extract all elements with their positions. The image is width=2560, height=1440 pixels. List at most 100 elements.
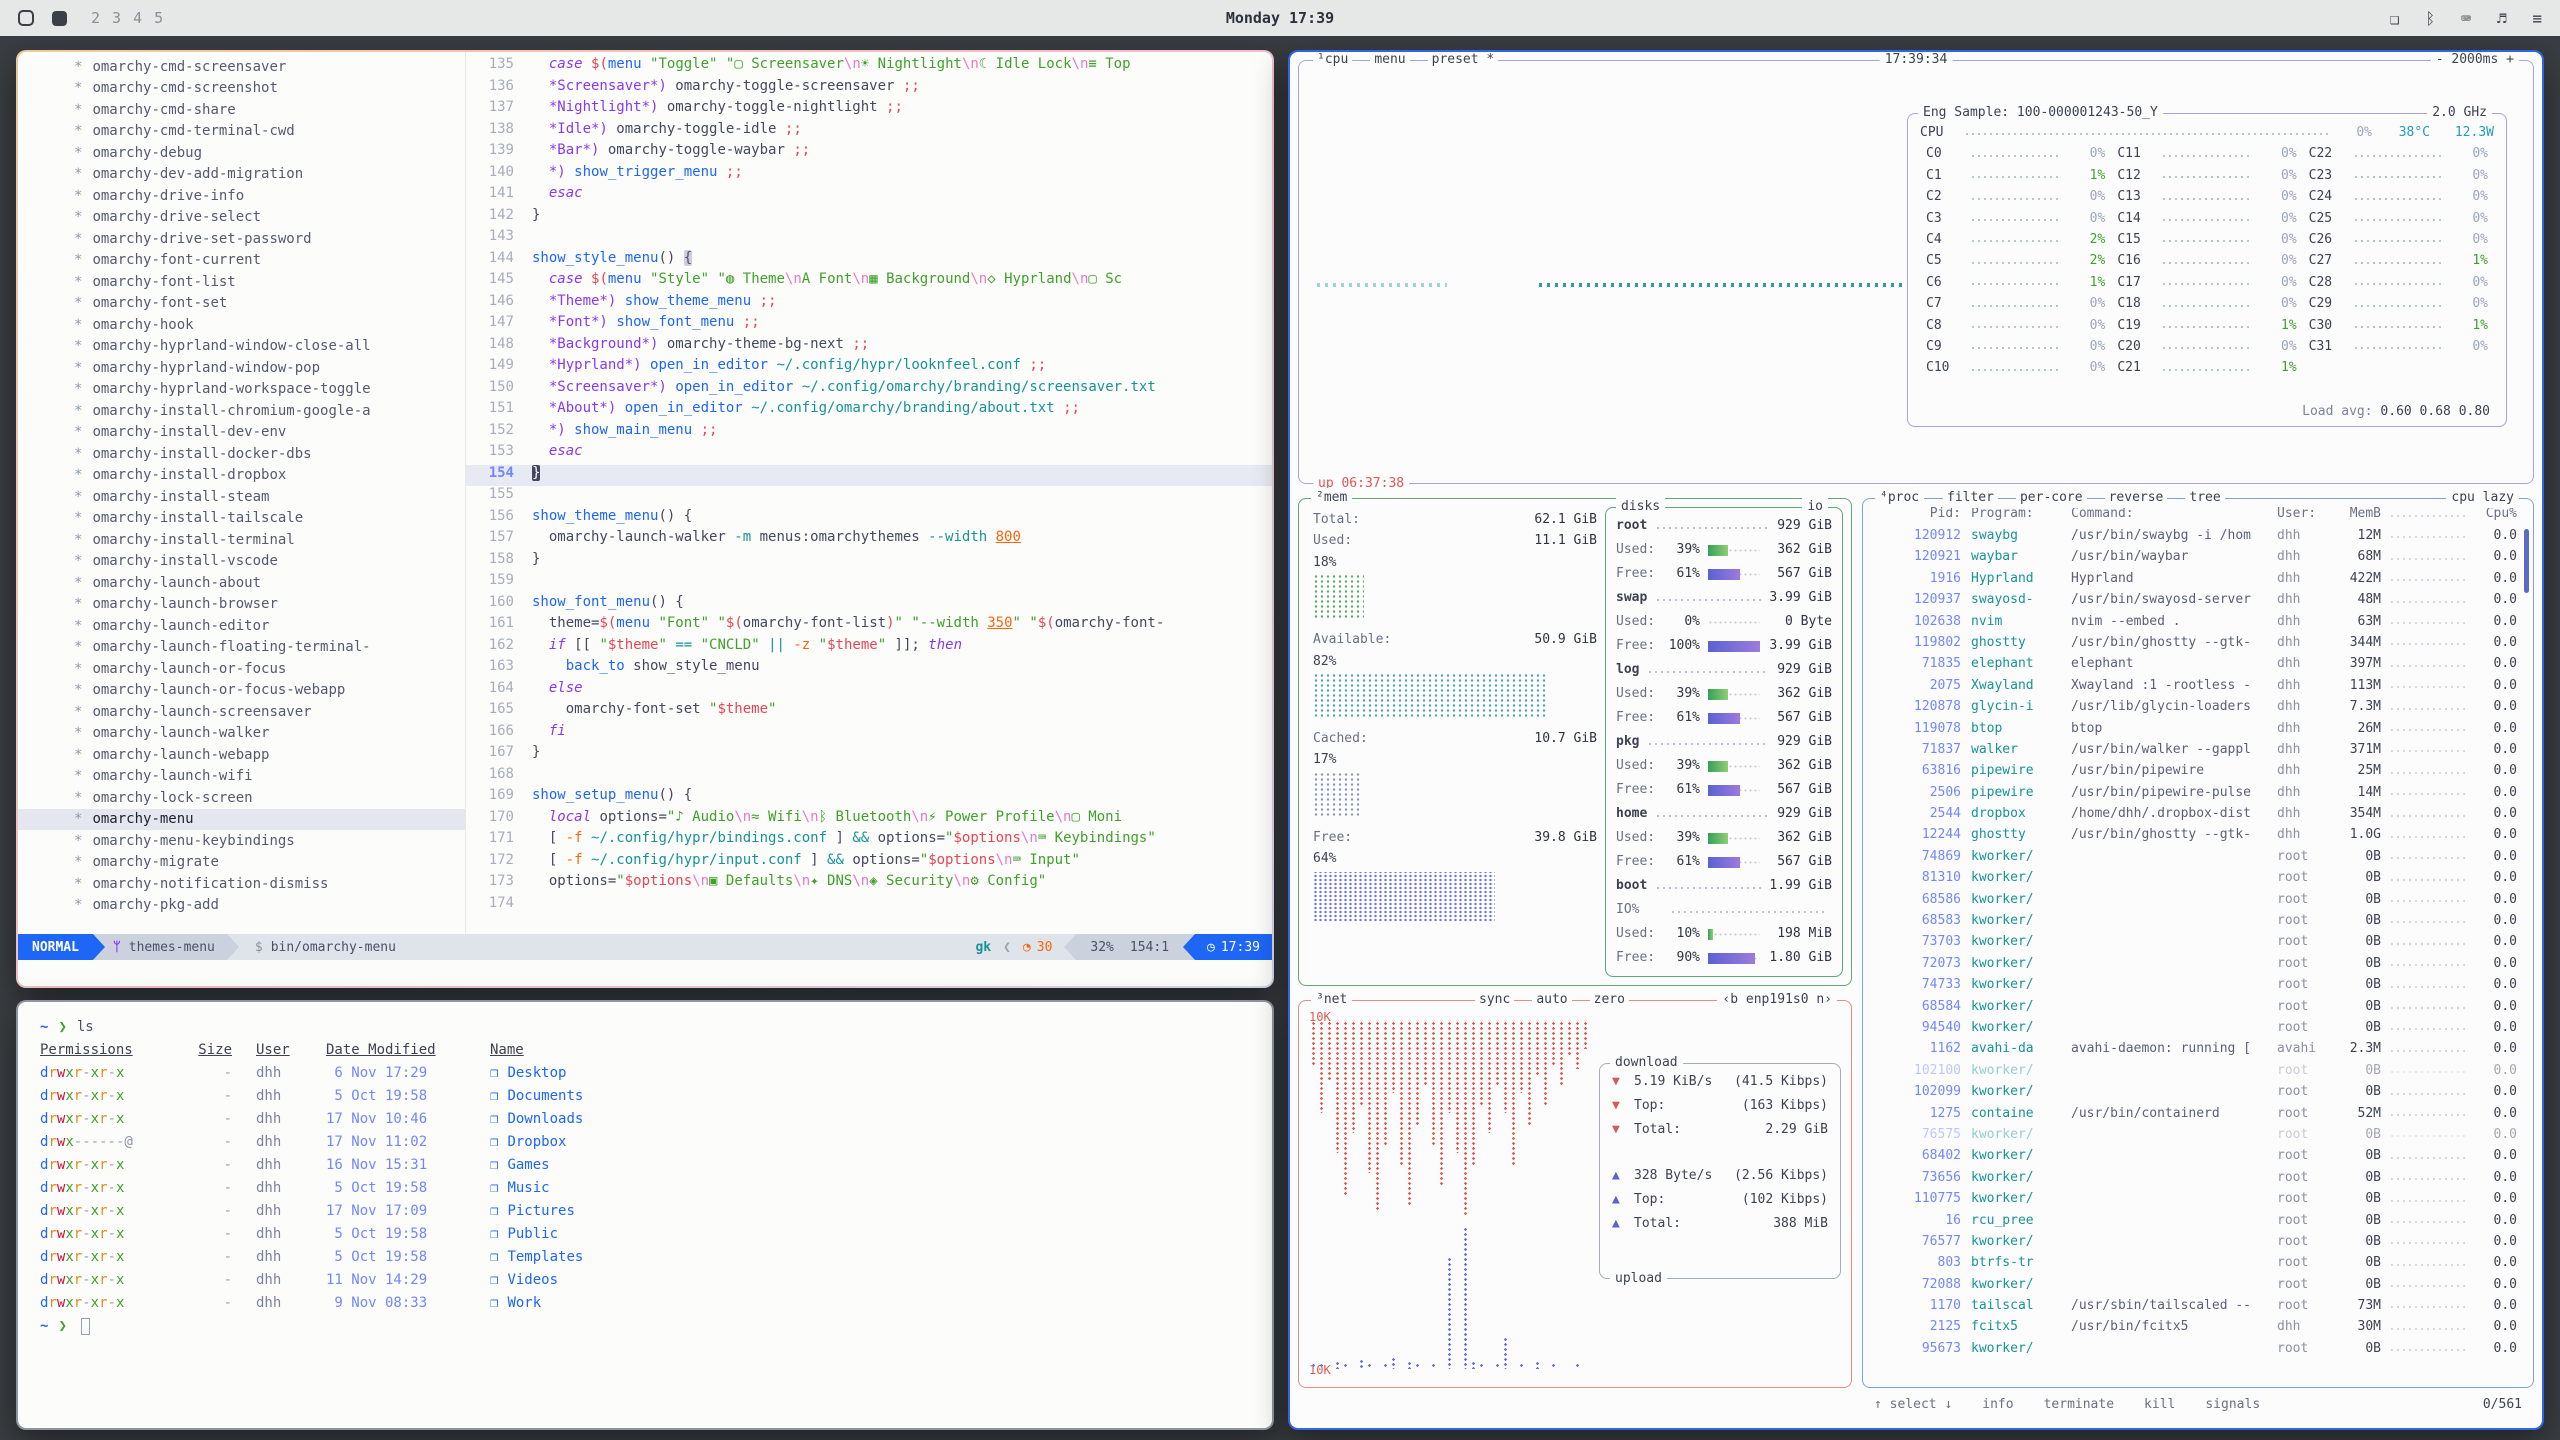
code-line[interactable]: 157 omarchy-launch-walker -m menus:omarc… (466, 529, 1272, 551)
tree-item[interactable]: *omarchy-dev-add-migration (18, 164, 465, 186)
process-row[interactable]: 74733kworker/root0B0.0 (1863, 974, 2533, 995)
process-row[interactable]: 73656kworker/root0B0.0 (1863, 1167, 2533, 1188)
process-row[interactable]: 71837walker/usr/bin/walker --gappldhh371… (1863, 739, 2533, 760)
keyboard-icon[interactable]: ⌨ (2461, 9, 2471, 28)
proc-option-filter[interactable]: filter (1943, 488, 1998, 508)
code-line[interactable]: 151 *About*) open_in_editor ~/.config/om… (466, 400, 1272, 422)
ls-row[interactable]: drwxr-xr-x-dhh 5 Oct 19:58❐Public (40, 1223, 1250, 1246)
code-line[interactable]: 142} (466, 207, 1272, 229)
tab-cpu[interactable]: ¹cpu (1313, 52, 1352, 70)
code-line[interactable]: 167} (466, 744, 1272, 766)
process-row[interactable]: 12244ghostty/usr/bin/ghostty --gtk-dhh1.… (1863, 824, 2533, 845)
tree-item[interactable]: *omarchy-install-chromium-google-a (18, 400, 465, 422)
tree-item[interactable]: *omarchy-install-steam (18, 486, 465, 508)
workspace-1-active-indicator[interactable] (52, 11, 67, 26)
code-line[interactable]: 149 *Hyprland*) open_in_editor ~/.config… (466, 357, 1272, 379)
tree-item[interactable]: *omarchy-lock-screen (18, 787, 465, 809)
process-row[interactable]: 68402kworker/root0B0.0 (1863, 1145, 2533, 1166)
net-option-auto[interactable]: auto (1532, 990, 1571, 1010)
code-line[interactable]: 152 *) show_main_menu ;; (466, 422, 1272, 444)
ls-row[interactable]: drwxr-xr-x-dhh 5 Oct 19:58❐Templates (40, 1246, 1250, 1269)
file-name[interactable]: ❐Videos (476, 1269, 558, 1292)
process-row[interactable]: 16rcu_preeroot0B0.0 (1863, 1210, 2533, 1231)
process-row[interactable]: 2075XwaylandXwayland :1 -rootless -dhh11… (1863, 675, 2533, 696)
terminal-output[interactable]: ~❯lsPermissionsSizeUserDate ModifiedName… (18, 1002, 1272, 1428)
code-line[interactable]: 160show_font_menu() { (466, 594, 1272, 616)
tree-item[interactable]: *omarchy-launch-walker (18, 723, 465, 745)
tree-item[interactable]: *omarchy-menu (18, 809, 465, 831)
code-line[interactable]: 136 *Screensaver*) omarchy-toggle-screen… (466, 78, 1272, 100)
file-name[interactable]: ❐Templates (476, 1246, 583, 1269)
process-row[interactable]: 76577kworker/root0B0.0 (1863, 1231, 2533, 1252)
code-line[interactable]: 171 [ -f ~/.config/hypr/bindings.conf ] … (466, 830, 1272, 852)
ls-row[interactable]: drwxr-xr-x-dhh16 Nov 15:31❐Games (40, 1154, 1250, 1177)
tree-item[interactable]: *omarchy-cmd-screensaver (18, 56, 465, 78)
logo-icon[interactable] (18, 10, 34, 26)
tree-item[interactable]: *omarchy-font-list (18, 271, 465, 293)
process-row[interactable]: 120937swayosd-/usr/bin/swayosd-serverdhh… (1863, 589, 2533, 610)
ls-row[interactable]: drwxr-xr-x-dhh 5 Oct 19:58❐Music (40, 1177, 1250, 1200)
tree-item[interactable]: *omarchy-debug (18, 142, 465, 164)
process-row[interactable]: 120878glycin-i/usr/lib/glycin-loadersdhh… (1863, 696, 2533, 717)
process-row[interactable]: 119078btopbtopdhh26M0.0 (1863, 718, 2533, 739)
footer-button[interactable]: info (1982, 1394, 2013, 1415)
process-row[interactable]: 120912swaybg/usr/bin/swaybg -i /homdhh12… (1863, 525, 2533, 546)
tree-item[interactable]: *omarchy-font-current (18, 250, 465, 272)
command-line[interactable] (18, 960, 1272, 986)
process-row[interactable]: 74869kworker/root0B0.0 (1863, 846, 2533, 867)
process-row[interactable]: 119802ghostty/usr/bin/ghostty --gtk-dhh3… (1863, 632, 2533, 653)
workspace-button[interactable]: 5 (148, 9, 169, 27)
code-line[interactable]: 163 back_to show_style_menu (466, 658, 1272, 680)
tree-item[interactable]: *omarchy-launch-or-focus-webapp (18, 680, 465, 702)
code-line[interactable]: 153 esac (466, 443, 1272, 465)
workspace-button[interactable]: 2 (85, 9, 106, 27)
tree-item[interactable]: *omarchy-hook (18, 314, 465, 336)
bluetooth-icon[interactable]: ᛒ (2425, 9, 2435, 28)
ls-row[interactable]: drwxr-xr-x-dhh17 Nov 17:09❐Pictures (40, 1200, 1250, 1223)
process-row[interactable]: 1275containe/usr/bin/containerdroot52M0.… (1863, 1103, 2533, 1124)
code-line[interactable]: 147 *Font*) show_font_menu ;; (466, 314, 1272, 336)
process-row[interactable]: 73703kworker/root0B0.0 (1863, 931, 2533, 952)
tree-item[interactable]: *omarchy-hyprland-window-close-all (18, 336, 465, 358)
footer-button[interactable]: kill (2144, 1394, 2175, 1415)
tree-item[interactable]: *omarchy-install-docker-dbs (18, 443, 465, 465)
tree-item[interactable]: *omarchy-install-dropbox (18, 465, 465, 487)
process-row[interactable]: 102638nvimnvim --embed .dhh63M0.0 (1863, 611, 2533, 632)
code-line[interactable]: 145 case $(menu "Style" "◍ Theme\nA Font… (466, 271, 1272, 293)
process-row[interactable]: 68584kworker/root0B0.0 (1863, 996, 2533, 1017)
code-line[interactable]: 161 theme=$(menu "Font" "$(omarchy-font-… (466, 615, 1272, 637)
process-row[interactable]: 803btrfs-trroot0B0.0 (1863, 1252, 2533, 1273)
file-name[interactable]: ❐Desktop (476, 1062, 566, 1085)
process-row[interactable]: 63816pipewire/usr/bin/pipewiredhh25M0.0 (1863, 760, 2533, 781)
footer-button[interactable]: signals (2205, 1394, 2260, 1415)
update-interval-control[interactable]: - 2000ms + (2431, 52, 2519, 70)
workspace-button[interactable]: 3 (106, 9, 127, 27)
scrollbar-thumb[interactable] (2524, 529, 2529, 593)
tree-item[interactable]: *omarchy-cmd-share (18, 99, 465, 121)
ls-row[interactable]: drwxr-xr-x-dhh11 Nov 14:29❐Videos (40, 1269, 1250, 1292)
process-row[interactable]: 2544dropbox/home/dhh/.dropbox-distdhh354… (1863, 803, 2533, 824)
tree-item[interactable]: *omarchy-cmd-screenshot (18, 78, 465, 100)
file-name[interactable]: ❐Public (476, 1223, 558, 1246)
code-line[interactable]: 174 (466, 895, 1272, 917)
code-line[interactable]: 140 *) show_trigger_menu ;; (466, 164, 1272, 186)
tree-item[interactable]: *omarchy-launch-wifi (18, 766, 465, 788)
tree-item[interactable]: *omarchy-launch-or-focus (18, 658, 465, 680)
code-line[interactable]: 164 else (466, 680, 1272, 702)
tree-item[interactable]: *omarchy-menu-keybindings (18, 830, 465, 852)
code-line[interactable]: 155 (466, 486, 1272, 508)
disks-box-title[interactable]: disks (1616, 497, 1665, 517)
file-name[interactable]: ❐Games (476, 1154, 550, 1177)
file-name[interactable]: ❐Downloads (476, 1108, 583, 1131)
file-name[interactable]: ❐Pictures (476, 1200, 575, 1223)
screencast-icon[interactable]: ❏ (2390, 9, 2400, 28)
file-name[interactable]: ❐Work (476, 1292, 541, 1315)
code-line[interactable]: 173 options="$options\n▣ Defaults\n✦ DNS… (466, 873, 1272, 895)
code-line[interactable]: 154} (466, 465, 1272, 487)
process-row[interactable]: 72073kworker/root0B0.0 (1863, 953, 2533, 974)
memory-box-title[interactable]: ²mem (1311, 488, 1352, 508)
code-line[interactable]: 137 *Nightlight*) omarchy-toggle-nightli… (466, 99, 1272, 121)
code-line[interactable]: 170 local options="♪ Audio\n≈ Wifi\nᛒ Bl… (466, 809, 1272, 831)
ls-row[interactable]: drwxr-xr-x-dhh 6 Nov 17:29❐Desktop (40, 1062, 1250, 1085)
process-row[interactable]: 1162avahi-daavahi-daemon: running [avahi… (1863, 1038, 2533, 1059)
